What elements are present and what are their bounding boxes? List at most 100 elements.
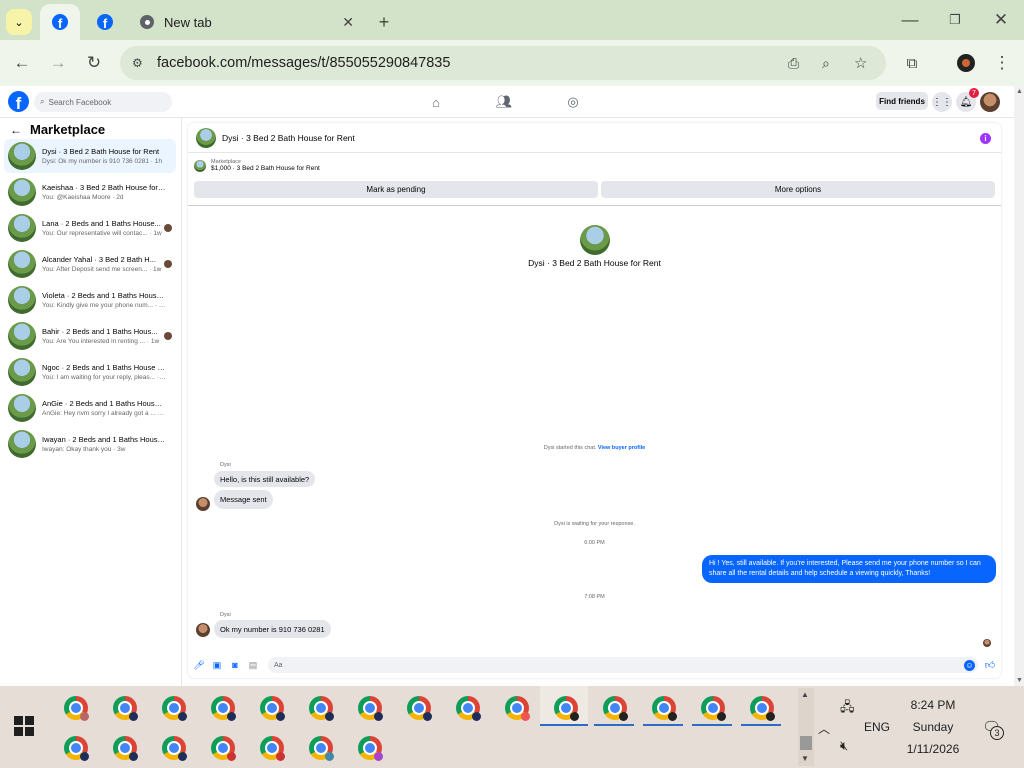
chevron-down-icon[interactable]: ▼	[801, 754, 809, 763]
conversation-item[interactable]: Violeta · 2 Beds and 1 Baths House... You…	[4, 283, 176, 317]
reload-button[interactable]: ↻	[82, 51, 106, 75]
conversation-item[interactable]: Kaeishaa · 3 Bed 2 Bath House for ... You…	[4, 175, 176, 209]
timestamp: 6:00 PM	[584, 540, 605, 546]
groups-icon[interactable]: ◎	[563, 92, 583, 112]
scroll-up-icon[interactable]: ▲	[1016, 88, 1023, 95]
message-input[interactable]: Aa	[268, 657, 978, 673]
more-options-button[interactable]: More options	[601, 181, 995, 198]
chrome-app-icon[interactable]	[309, 736, 334, 761]
tab-facebook[interactable]: f	[90, 4, 120, 40]
conversation-item[interactable]: Alcander Yahal · 3 Bed 2 Bath H... You: A…	[4, 247, 176, 281]
chrome-app-icon[interactable]	[211, 736, 236, 761]
tab-facebook-active[interactable]: f	[40, 4, 80, 40]
close-window-button[interactable]: ✕	[989, 8, 1013, 32]
home-icon[interactable]: ⌂	[426, 92, 446, 112]
chrome-app-icon[interactable]	[113, 736, 138, 761]
notification-center-icon[interactable]: 🗨︎ 3	[982, 718, 1004, 740]
chat-avatar[interactable]	[196, 127, 216, 148]
chrome-app-icon[interactable]	[260, 696, 285, 721]
listing-thumbnail	[8, 214, 36, 242]
facebook-logo[interactable]: f	[8, 91, 29, 112]
chrome-app-icon[interactable]	[407, 696, 432, 721]
microphone-icon[interactable]: 🎤︎	[193, 660, 204, 670]
view-buyer-profile-link[interactable]: View buyer profile	[598, 445, 645, 451]
clock-day[interactable]: Sunday	[900, 720, 966, 734]
chrome-app-icon[interactable]	[358, 696, 383, 721]
scroll-down-icon[interactable]: ▼	[1016, 677, 1023, 684]
language-indicator[interactable]: ENG	[864, 720, 890, 734]
bookmark-star-icon[interactable]: ☆	[854, 54, 867, 72]
notifications-bell-icon[interactable]: 🔔︎ 7	[956, 88, 979, 112]
install-app-icon[interactable]: ⎙	[788, 55, 799, 72]
conversation-name: AnGie · 2 Beds and 1 Baths House ...	[42, 399, 166, 408]
network-icon[interactable]: 🖧︎	[840, 698, 855, 720]
conversation-item[interactable]: Dysi · 3 Bed 2 Bath House for Rent Dysi: …	[4, 139, 176, 173]
emoji-icon[interactable]: ☺	[964, 660, 975, 671]
chrome-app-icon[interactable]	[750, 696, 775, 721]
search-input[interactable]: ⌕ Search Facebook	[34, 92, 172, 112]
conversation-item[interactable]: Bahir · 2 Beds and 1 Baths Hous... You: A…	[4, 319, 176, 353]
chrome-app-icon[interactable]	[113, 696, 138, 721]
mark-pending-button[interactable]: Mark as pending	[194, 181, 598, 198]
chrome-app-icon[interactable]	[603, 696, 628, 721]
scroll-thumb[interactable]	[800, 736, 812, 750]
tab-new-tab[interactable]: New tab ✕	[134, 4, 364, 40]
close-tab-icon[interactable]: ✕	[342, 14, 354, 31]
back-button[interactable]: ←	[10, 51, 34, 75]
chevron-up-icon[interactable]: ▲	[801, 690, 809, 699]
chrome-app-icon[interactable]	[652, 696, 677, 721]
listing-summary[interactable]: Marketplace $1,000 · 3 Bed 2 Bath House …	[194, 159, 320, 172]
chrome-app-icon[interactable]	[456, 696, 481, 721]
chrome-app-icon[interactable]	[162, 736, 187, 761]
sender-name: Dysi	[220, 462, 231, 468]
chrome-app-icon[interactable]	[64, 736, 89, 761]
browser-tab-bar: ⌄ f f New tab ✕ + — ❐ ✕	[0, 0, 1024, 40]
chrome-app-icon[interactable]	[211, 696, 236, 721]
menu-dots-icon[interactable]: ⋮	[990, 51, 1014, 75]
chrome-app-icon[interactable]	[162, 696, 187, 721]
volume-muted-icon[interactable]: 🔇︎	[840, 738, 848, 754]
conversation-item[interactable]: Iwayan · 2 Beds and 1 Baths House... Iway…	[4, 427, 176, 461]
clock-time[interactable]: 8:24 PM	[900, 698, 966, 712]
clock-date[interactable]: 1/11/2026	[900, 742, 966, 756]
maximize-button[interactable]: ❐	[943, 8, 967, 32]
info-icon[interactable]: i	[980, 133, 991, 144]
minimize-button[interactable]: —	[898, 8, 922, 32]
conversation-name: Lana · 2 Beds and 1 Baths House...	[42, 219, 161, 228]
chrome-app-icon[interactable]	[358, 736, 383, 761]
chrome-app-icon[interactable]	[309, 696, 334, 721]
forward-button[interactable]: →	[46, 51, 70, 75]
friends-icon[interactable]: 👥︎	[494, 92, 514, 112]
menu-grid-icon[interactable]: ⋮⋮	[932, 92, 952, 112]
gif-icon[interactable]: ▤	[248, 660, 258, 670]
chrome-app-icon[interactable]	[701, 696, 726, 721]
zoom-icon[interactable]: ⌕	[822, 55, 830, 72]
new-tab-button[interactable]: +	[374, 4, 394, 40]
account-avatar[interactable]	[980, 92, 1000, 112]
find-friends-button[interactable]: Find friends	[876, 92, 928, 110]
extensions-icon[interactable]: ⧉	[900, 51, 924, 75]
site-settings-icon[interactable]: ⚙	[132, 56, 143, 70]
conversation-item[interactable]: Ngoc · 2 Beds and 1 Baths House F... You:…	[4, 355, 176, 389]
chat-title[interactable]: Dysi · 3 Bed 2 Bath House for Rent	[222, 133, 355, 143]
sticker-icon[interactable]: ◙	[230, 660, 240, 670]
conversation-item[interactable]: Lana · 2 Beds and 1 Baths House... You: O…	[4, 211, 176, 245]
address-bar[interactable]: ⚙ facebook.com/messages/t/85505529084783…	[120, 46, 886, 80]
thumbs-up-icon[interactable]: 👍︎	[985, 660, 995, 671]
chrome-app-icon[interactable]	[554, 696, 579, 721]
tab-search-button[interactable]: ⌄	[6, 4, 34, 40]
windows-start-icon[interactable]	[14, 716, 34, 736]
show-hidden-icons-chevron-icon[interactable]: ︿	[818, 720, 830, 737]
chrome-app-icon[interactable]	[64, 696, 89, 721]
profile-avatar[interactable]	[954, 51, 978, 75]
conversation-item[interactable]: AnGie · 2 Beds and 1 Baths House ... AnGi…	[4, 391, 176, 425]
conversation-preview: AnGie: Hey nvm sorry I already got a ...…	[42, 410, 166, 417]
back-arrow-icon[interactable]: ←	[10, 123, 22, 137]
chrome-app-icon[interactable]	[260, 736, 285, 761]
chrome-app-icon[interactable]	[505, 696, 530, 721]
page-scrollbar[interactable]: ▲ ▼	[1014, 86, 1024, 686]
image-icon[interactable]: ▣	[212, 660, 222, 670]
conversation-name: Ngoc · 2 Beds and 1 Baths House F...	[42, 363, 166, 372]
taskbar-scroll[interactable]: ▲ ▼	[798, 688, 814, 766]
tab-title: New tab	[164, 14, 212, 30]
